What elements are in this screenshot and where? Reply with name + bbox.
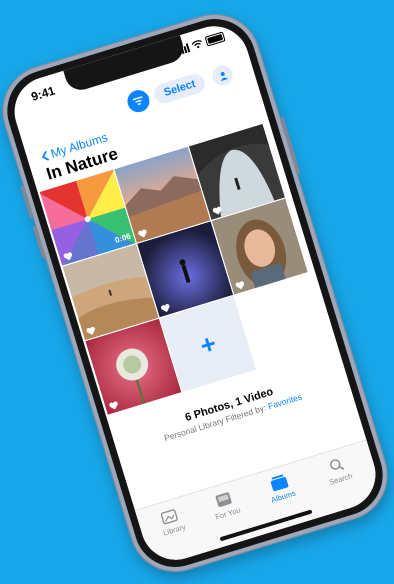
- filter-button[interactable]: [124, 87, 153, 115]
- filter-icon: [132, 96, 143, 106]
- chevron-left-icon: [41, 150, 49, 161]
- phone-bezel: 9:41 Select My Albums In Nature 0:06 + 6…: [0, 8, 393, 578]
- battery-icon: [204, 31, 226, 47]
- for-you-icon: [215, 492, 232, 507]
- library-icon: [160, 509, 178, 525]
- account-button[interactable]: [210, 62, 236, 88]
- status-icons: [177, 31, 226, 55]
- person-icon: [220, 71, 228, 81]
- tab-bar: Library For You Albums Search: [134, 439, 385, 569]
- plus-icon: +: [196, 327, 220, 361]
- iphone-device: 9:41 Select My Albums In Nature 0:06 + 6…: [0, 2, 394, 584]
- search-icon: [330, 459, 345, 470]
- albums-icon: [270, 474, 289, 492]
- cellular-signal-icon: [177, 42, 191, 55]
- tab-albums[interactable]: Albums: [254, 469, 308, 508]
- status-time: 9:41: [29, 83, 57, 104]
- wifi-icon: [191, 40, 203, 49]
- phone-screen: 9:41 Select My Albums In Nature 0:06 + 6…: [5, 17, 385, 569]
- select-button[interactable]: Select: [151, 71, 208, 106]
- tab-library[interactable]: Library: [145, 502, 199, 541]
- tab-for-you[interactable]: For You: [199, 486, 253, 525]
- tab-search[interactable]: Search: [312, 451, 366, 490]
